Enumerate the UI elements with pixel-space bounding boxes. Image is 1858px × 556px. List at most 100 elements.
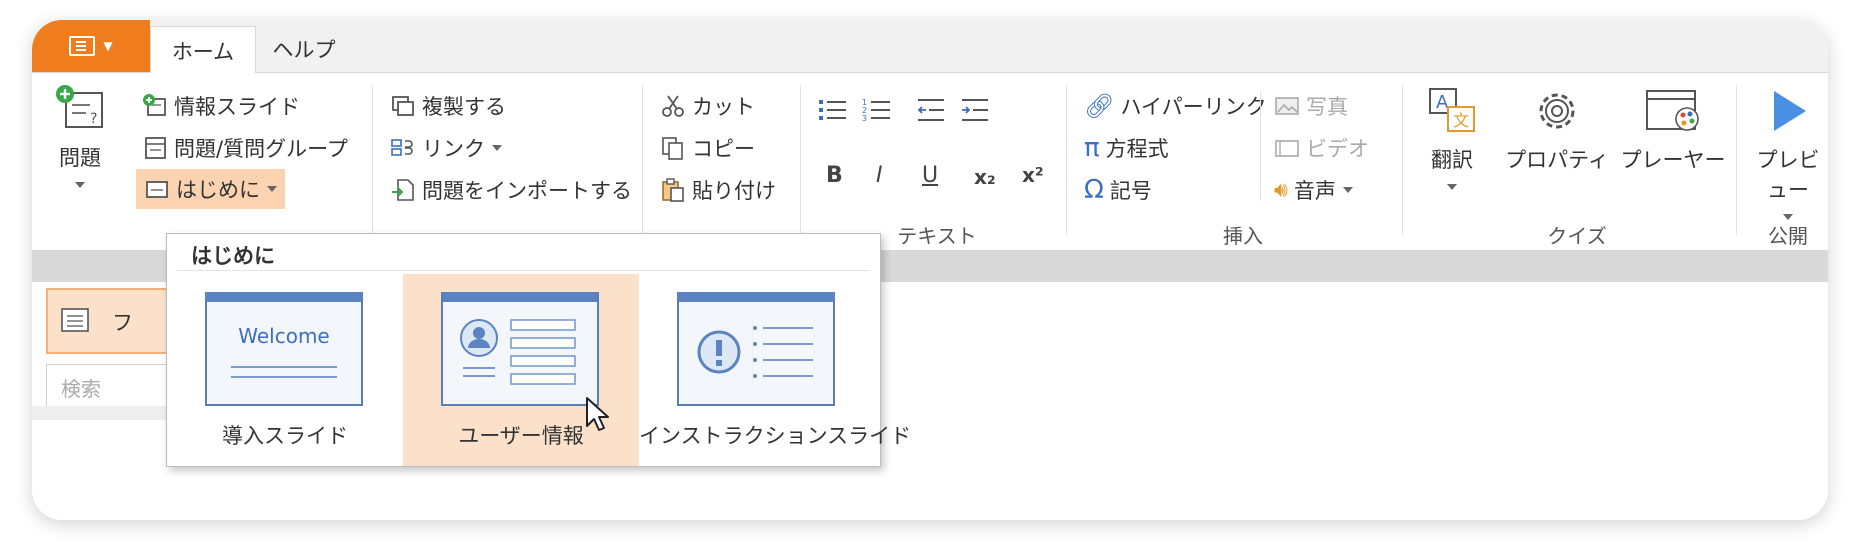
chevron-down-icon: [1418, 174, 1486, 198]
app-window: ▼ ホーム ヘルプ ? 問題 情報スライド 問題/質問グループ はじめに 複製す…: [32, 20, 1828, 520]
link-label: リンク: [422, 137, 485, 161]
group-divider: [1736, 85, 1737, 235]
equation-button[interactable]: π 方程式: [1084, 133, 1169, 163]
gear-icon: [1539, 93, 1575, 129]
svg-text:?: ?: [90, 111, 97, 127]
menu-icon: [69, 36, 96, 56]
italic-button[interactable]: I: [876, 163, 883, 188]
info-slide-label: 情報スライド: [174, 95, 300, 119]
question-group-icon: [145, 137, 166, 159]
welcome-text: Welcome: [238, 324, 330, 348]
copy-icon: [662, 137, 683, 160]
link-slides-icon: [391, 139, 413, 156]
intro-slide-option[interactable]: Welcome 導入スライド: [167, 274, 403, 466]
panel-tab-label: フ: [112, 311, 133, 335]
audio-button[interactable]: 🔊︎ 音声: [1274, 175, 1353, 205]
photo-button[interactable]: 写真: [1274, 91, 1348, 121]
hyperlink-button[interactable]: 🔗︎ ハイパーリンク: [1084, 91, 1267, 121]
video-button[interactable]: ビデオ: [1274, 133, 1369, 163]
instruction-slide-option[interactable]: インストラクションスライド: [639, 274, 912, 466]
hyperlink-label: ハイパーリンク: [1120, 95, 1267, 119]
duplicate-icon: [392, 96, 414, 116]
tab-help[interactable]: ヘルプ: [254, 26, 354, 72]
question-group-label: 問題/質問グループ: [174, 137, 348, 161]
speaker-icon: 🔊︎: [1274, 177, 1288, 203]
subscript-button[interactable]: x₂: [974, 165, 996, 189]
intro-slide-icon: [146, 181, 168, 198]
group-label-insert: 挿入: [1223, 224, 1263, 248]
symbol-label: 記号: [1109, 179, 1152, 203]
link-icon: 🔗︎: [1084, 92, 1115, 120]
intro-button[interactable]: はじめに: [136, 169, 285, 209]
tab-home[interactable]: ホーム: [150, 26, 256, 74]
instruction-slide-thumbnail: [677, 292, 835, 406]
numbered-list-button[interactable]: 123: [862, 97, 892, 123]
omega-icon: Ω: [1084, 175, 1104, 205]
copy-button[interactable]: コピー: [660, 133, 755, 163]
bold-button[interactable]: B: [826, 163, 843, 188]
outdent-icon: [917, 99, 944, 121]
player-button[interactable]: プレーヤー: [1620, 85, 1726, 174]
pi-icon: π: [1084, 133, 1100, 163]
player-skin-icon: [1646, 90, 1699, 131]
paste-button[interactable]: 貼り付け: [660, 175, 776, 205]
intro-dropdown: はじめに Welcome 導入スライド ユーザー情報 インストラクションスライド: [166, 233, 912, 467]
numbered-list-icon: 123: [862, 98, 890, 123]
svg-text:文: 文: [1453, 111, 1469, 130]
group-divider: [642, 85, 643, 235]
question-button[interactable]: ? 問題: [46, 83, 114, 196]
instruction-slide-option-label: インストラクションスライド: [639, 424, 912, 448]
svg-text:3: 3: [862, 114, 867, 123]
play-icon: [1774, 91, 1806, 131]
translate-button[interactable]: A 文 翻訳: [1418, 85, 1486, 198]
group-divider: [372, 85, 373, 235]
import-question-button[interactable]: 問題をインポートする: [390, 175, 632, 205]
bullet-list-button[interactable]: [818, 97, 848, 123]
video-label: ビデオ: [1306, 137, 1369, 161]
mouse-cursor-icon: [586, 397, 609, 431]
question-group-button[interactable]: 問題/質問グループ: [142, 133, 348, 163]
scissors-icon: [662, 95, 684, 117]
underline-button[interactable]: U: [922, 163, 938, 188]
text-lines-icon: [231, 366, 337, 368]
player-label: プレーヤー: [1620, 148, 1726, 172]
equation-label: 方程式: [1105, 137, 1169, 161]
symbol-button[interactable]: Ω 記号: [1084, 175, 1152, 205]
decrease-indent-button[interactable]: [916, 97, 946, 123]
panel-tab[interactable]: フ: [46, 288, 170, 354]
exclamation-icon: [697, 326, 813, 378]
cut-label: カット: [692, 95, 755, 119]
ribbon: ? 問題 情報スライド 問題/質問グループ はじめに 複製する リンク 問題をイ…: [32, 73, 1828, 248]
chevron-down-icon: [492, 145, 502, 151]
video-icon: [1275, 140, 1299, 157]
welcome-slide-thumbnail: Welcome: [205, 292, 363, 406]
preview-button[interactable]: プレビュー: [1748, 85, 1828, 228]
question-label: 問題: [59, 146, 101, 170]
duplicate-button[interactable]: 複製する: [390, 91, 506, 121]
increase-indent-button[interactable]: [960, 97, 990, 123]
paste-icon: [662, 178, 684, 202]
question-icon: ?: [56, 85, 103, 128]
superscript-button[interactable]: x²: [1022, 163, 1044, 187]
group-divider: [1066, 85, 1067, 235]
link-button[interactable]: リンク: [390, 133, 502, 163]
intro-slide-option-label: 導入スライド: [222, 424, 348, 448]
dropdown-title: はじめに: [191, 244, 275, 268]
properties-label: プロパティ: [1505, 148, 1609, 172]
file-menu-button[interactable]: ▼: [32, 20, 150, 72]
tab-bar: ▼ ホーム ヘルプ: [32, 20, 1828, 74]
group-divider: [1260, 91, 1261, 201]
cut-button[interactable]: カット: [660, 91, 755, 121]
indent-icon: [962, 99, 988, 121]
chevron-down-icon: ▼: [103, 39, 113, 53]
info-slide-icon: [143, 94, 166, 116]
duplicate-label: 複製する: [422, 95, 506, 119]
user-info-option[interactable]: ユーザー情報: [403, 274, 639, 466]
info-slide-button[interactable]: 情報スライド: [142, 91, 300, 121]
group-divider: [800, 85, 801, 235]
user-profile-icon: [460, 319, 576, 385]
chevron-down-icon: [1342, 187, 1353, 193]
preview-label: プレビュー: [1756, 148, 1820, 202]
properties-button[interactable]: プロパティ: [1500, 85, 1614, 174]
import-question-label: 問題をインポートする: [422, 179, 632, 203]
